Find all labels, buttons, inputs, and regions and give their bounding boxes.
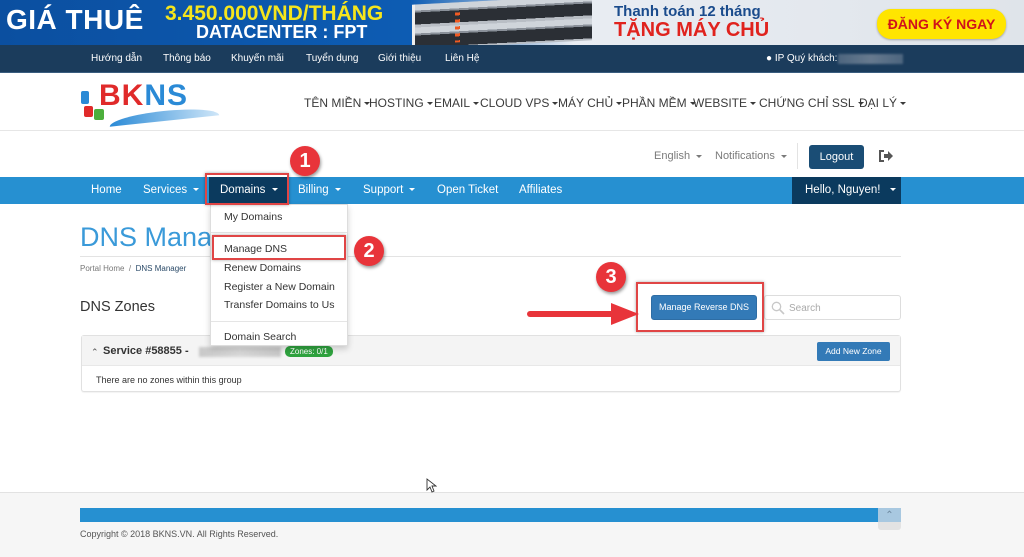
add-new-zone-button[interactable]: Add New Zone: [817, 342, 890, 361]
logo-text: BKNS: [99, 79, 189, 112]
annotation-box-reverse-dns: [636, 282, 764, 332]
annotation-step-2: 2: [354, 236, 384, 266]
menu-item-transfer-domains[interactable]: Transfer Domains to Us: [224, 299, 334, 311]
caret-down-icon: [409, 188, 416, 192]
language-dropdown[interactable]: English: [654, 150, 703, 162]
breadcrumb-separator: /: [128, 264, 132, 273]
sign-out-icon[interactable]: [878, 149, 894, 163]
main-nav-email[interactable]: EMAIL: [434, 96, 480, 110]
user-menu[interactable]: Hello, Nguyen!: [792, 177, 901, 204]
caret-down-icon: [473, 102, 480, 106]
menu-item-domain-search[interactable]: Domain Search: [224, 331, 296, 343]
back-to-top-button[interactable]: ⌃: [878, 508, 901, 530]
banner-promo-line2: TẶNG MÁY CHỦ: [614, 19, 770, 41]
copyright-text: Copyright © 2018 BKNS.VN. All Rights Res…: [80, 529, 279, 539]
caret-down-icon: [750, 102, 757, 106]
chevron-up-icon[interactable]: ⌃: [91, 347, 99, 358]
main-nav-ssl[interactable]: CHỨNG CHỈ SSL: [759, 96, 864, 110]
topbar-link-about[interactable]: Giới thiệu: [378, 53, 421, 64]
main-nav-servers[interactable]: MÁY CHỦ: [558, 96, 623, 110]
annotation-step-3: 3: [596, 262, 626, 292]
annotation-box-domains: [205, 173, 289, 205]
search-input[interactable]: [789, 300, 894, 316]
menu-item-my-domains[interactable]: My Domains: [224, 211, 282, 223]
annotation-box-manage-dns: [212, 235, 346, 260]
top-links-bar: Hướng dẫn Thông báo Khuyến mãi Tuyển dụn…: [0, 45, 1024, 73]
empty-zones-message: There are no zones within this group: [96, 375, 242, 385]
logout-button[interactable]: Logout: [809, 145, 864, 169]
title-divider: [80, 256, 901, 257]
caret-down-icon: [334, 188, 341, 192]
logo-square-blue: [81, 91, 89, 104]
portal-nav: Home Services Domains Billing Support Op…: [0, 177, 1024, 204]
main-nav-software[interactable]: PHẦN MỀM: [622, 96, 696, 110]
menu-item-register-domain[interactable]: Register a New Domain: [224, 281, 335, 293]
user-bar: English Notifications Logout: [0, 131, 1024, 177]
topbar-link-careers[interactable]: Tuyển dụng: [306, 53, 358, 64]
caret-down-icon: [426, 102, 433, 106]
menu-divider: [211, 321, 347, 322]
banner-register-button[interactable]: ĐĂNG KÝ NGAY: [877, 9, 1006, 39]
nav-home[interactable]: Home: [91, 177, 122, 204]
mouse-cursor-icon: [426, 478, 437, 493]
service-panel-header[interactable]: ⌃ Service #58855 - Zones: 0/1 Add New Zo…: [82, 336, 900, 366]
caret-down-icon: [193, 188, 200, 192]
menu-item-renew-domains[interactable]: Renew Domains: [224, 262, 301, 274]
ip-label-text: IP Quý khách:: [774, 53, 838, 64]
zones-badge: Zones: 0/1: [285, 346, 333, 357]
divider: [797, 143, 798, 169]
breadcrumb: Portal Home / DNS Manager: [80, 264, 186, 273]
service-hostname-redacted: [199, 347, 281, 357]
annotation-step-1: 1: [290, 146, 320, 176]
banner-promo-line1: Thanh toán 12 tháng: [614, 3, 761, 20]
nav-billing[interactable]: Billing: [298, 177, 341, 204]
search-icon: [771, 301, 785, 315]
notifications-dropdown[interactable]: Notifications: [715, 150, 787, 162]
site-header: BKNS TÊN MIỀN HOSTING EMAIL CLOUD VPS MÁ…: [0, 73, 1024, 131]
banner-headline: GIÁ THUÊ: [6, 4, 144, 35]
ip-address-redacted: [838, 54, 903, 64]
nav-services[interactable]: Services: [143, 177, 200, 204]
service-title: Service #58855 -: [103, 345, 189, 357]
footer: ⌃ Copyright © 2018 BKNS.VN. All Rights R…: [0, 492, 1024, 557]
caret-down-icon: [889, 188, 896, 192]
topbar-link-notices[interactable]: Thông báo: [163, 53, 211, 64]
main-nav-cloud-vps[interactable]: CLOUD VPS: [480, 96, 559, 110]
logo-square-red: [84, 106, 93, 117]
breadcrumb-portal-home[interactable]: Portal Home: [80, 264, 124, 273]
caret-down-icon: [900, 102, 907, 106]
location-pin-icon: ●: [766, 53, 773, 64]
service-panel: ⌃ Service #58855 - Zones: 0/1 Add New Zo…: [81, 335, 901, 392]
menu-divider: [211, 232, 347, 233]
nav-support[interactable]: Support: [363, 177, 416, 204]
topbar-link-guide[interactable]: Hướng dẫn: [91, 53, 142, 64]
banner-datacenter: DATACENTER : FPT: [196, 22, 368, 42]
nav-open-ticket[interactable]: Open Ticket: [437, 177, 498, 204]
chevron-up-icon: ⌃: [885, 510, 894, 521]
annotation-arrow-icon: [527, 303, 639, 325]
ip-label: ● IP Quý khách:: [766, 53, 837, 64]
search-box[interactable]: [764, 295, 901, 320]
footer-bar: [80, 508, 878, 522]
promo-banner[interactable]: GIÁ THUÊ 3.450.000VND/THÁNG DATACENTER :…: [0, 0, 1024, 45]
topbar-link-promotions[interactable]: Khuyến mãi: [231, 53, 284, 64]
main-nav-domains[interactable]: TÊN MIỀN: [304, 96, 371, 110]
main-nav-website[interactable]: WEBSITE: [693, 96, 757, 110]
section-title: DNS Zones: [80, 299, 155, 315]
domains-dropdown-menu: My Domains Manage DNS Renew Domains Regi…: [210, 204, 348, 346]
breadcrumb-current: DNS Manager: [135, 264, 187, 273]
server-image: [412, 0, 592, 45]
main-nav-hosting[interactable]: HOSTING: [369, 96, 433, 110]
topbar-link-contact[interactable]: Liên Hệ: [445, 53, 479, 64]
nav-affiliates[interactable]: Affiliates: [519, 177, 562, 204]
main-nav-reseller[interactable]: ĐẠI LÝ: [859, 96, 907, 110]
caret-down-icon: [696, 154, 703, 158]
caret-down-icon: [780, 154, 787, 158]
bkns-logo[interactable]: BKNS: [81, 79, 221, 127]
